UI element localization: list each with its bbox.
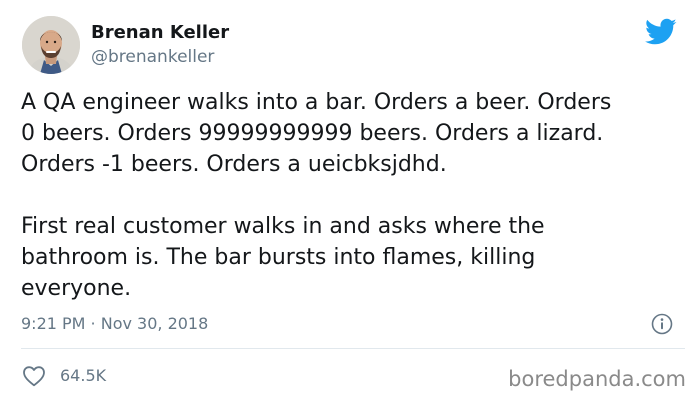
tweet-paragraph: First real customer walks in and asks wh… [21,214,545,301]
avatar[interactable] [22,16,80,74]
avatar-photo [22,16,80,74]
info-icon[interactable] [651,313,673,335]
watermark: boredpanda.com [508,367,686,391]
divider [21,348,685,349]
user-handle[interactable]: @brenankeller [91,46,214,68]
like-button[interactable]: 64.5K [22,364,106,388]
tweet-paragraph: A QA engineer walks into a bar. Orders a… [21,90,612,177]
display-name[interactable]: Brenan Keller [91,22,229,44]
heart-icon[interactable] [22,365,46,387]
tweet-timestamp[interactable]: 9:21 PM · Nov 30, 2018 [21,313,208,335]
twitter-bird-icon[interactable] [645,18,677,46]
tweet-text: A QA engineer walks into a bar. Orders a… [21,87,686,304]
like-count: 64.5K [60,366,107,385]
